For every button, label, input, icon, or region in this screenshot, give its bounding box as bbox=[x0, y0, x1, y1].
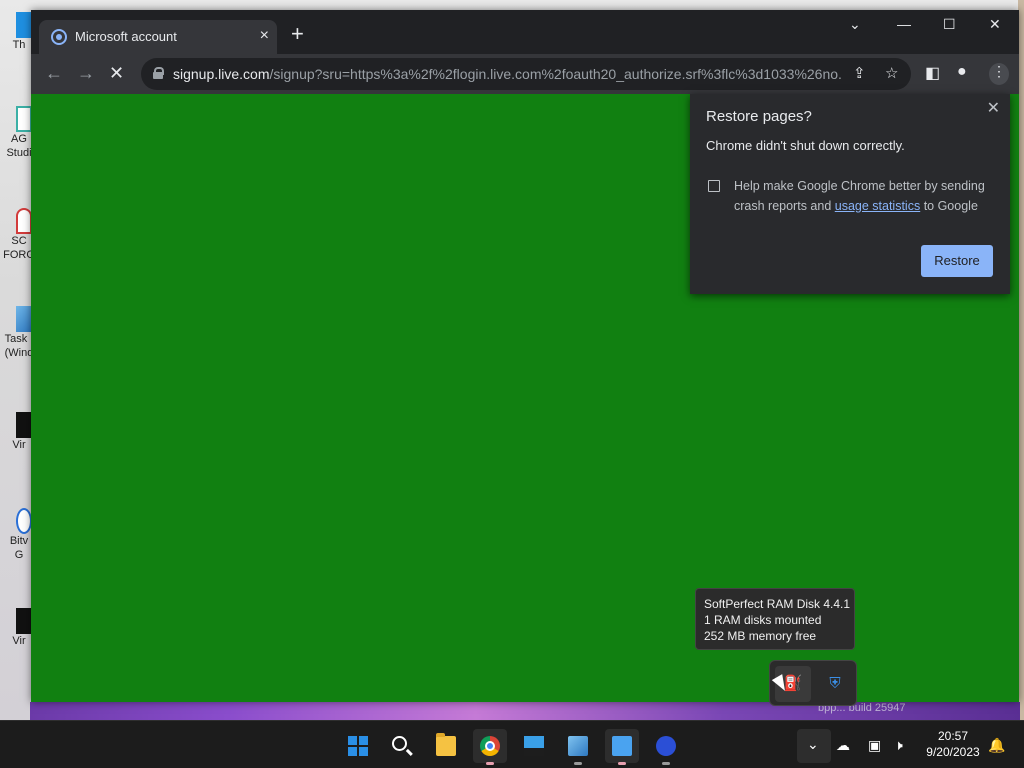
restore-button[interactable]: Restore bbox=[921, 245, 993, 277]
clock-time[interactable]: 20:57 bbox=[920, 729, 986, 743]
folder-icon bbox=[436, 733, 456, 756]
file-explorer-button[interactable] bbox=[429, 729, 463, 763]
close-window-button[interactable]: ✕ bbox=[989, 16, 1001, 33]
tab-close-icon[interactable]: × bbox=[260, 27, 269, 45]
start-button[interactable] bbox=[341, 729, 375, 763]
url-host: signup.live.com bbox=[173, 66, 270, 82]
profile-icon[interactable]: ● bbox=[957, 63, 967, 81]
search-icon bbox=[392, 736, 407, 751]
ram-disk-tooltip: SoftPerfect RAM Disk 4.4.1 1 RAM disks m… bbox=[695, 588, 855, 650]
bitwarden-icon bbox=[16, 508, 32, 534]
url-text[interactable]: signup.live.com/signup?sru=https%3a%2f%2… bbox=[173, 66, 843, 82]
restore-pages-dialog: ✕ Restore pages? Chrome didn't shut down… bbox=[690, 94, 1010, 294]
app-icon bbox=[16, 12, 32, 38]
minimize-button[interactable]: — bbox=[897, 16, 911, 32]
chrome-icon bbox=[480, 736, 500, 756]
search-button[interactable] bbox=[385, 729, 419, 763]
task-manager-icon bbox=[568, 736, 588, 756]
clock-date[interactable]: 9/20/2023 bbox=[920, 745, 986, 759]
crash-report-checkbox[interactable] bbox=[708, 180, 720, 192]
taskbar: ⌄ ☁ ▣ 🕨 20:57 9/20/2023 🔔 bbox=[0, 720, 1024, 768]
tab-microsoft-account[interactable]: Microsoft account × bbox=[39, 20, 277, 54]
chrome-window: Microsoft account × + ⌄ — ☐ ✕ ← → ✕ sign… bbox=[31, 10, 1019, 702]
volume-muted-icon[interactable]: 🕨 bbox=[894, 737, 903, 754]
side-panel-icon[interactable]: ◧ bbox=[925, 63, 940, 83]
tab-title: Microsoft account bbox=[75, 29, 177, 44]
app-icon bbox=[16, 106, 32, 132]
chrome-menu-icon[interactable]: ⋮ bbox=[989, 63, 1009, 85]
app-icon bbox=[16, 412, 32, 438]
show-hidden-icons-button[interactable]: ⌄ bbox=[797, 729, 831, 763]
dialog-close-icon[interactable]: ✕ bbox=[987, 98, 1000, 118]
windows-start-icon bbox=[348, 736, 368, 756]
network-icon[interactable]: ▣ bbox=[868, 737, 881, 754]
tab-strip: Microsoft account × + ⌄ — ☐ ✕ bbox=[31, 10, 1019, 54]
tooltip-line: 1 RAM disks mounted bbox=[704, 613, 822, 627]
task-manager-icon bbox=[16, 306, 32, 332]
new-tab-button[interactable]: + bbox=[291, 23, 304, 45]
app-taskbar-button[interactable] bbox=[517, 729, 551, 763]
bookmark-star-icon[interactable]: ☆ bbox=[885, 64, 898, 82]
back-button[interactable]: ← bbox=[45, 63, 63, 83]
dialog-message: Chrome didn't shut down correctly. bbox=[706, 138, 905, 153]
tooltip-line: 252 MB memory free bbox=[704, 629, 817, 643]
sonic-app-taskbar-button[interactable] bbox=[649, 729, 683, 765]
app-icon bbox=[16, 608, 32, 634]
usage-statistics-link[interactable]: usage statistics bbox=[835, 199, 920, 213]
running-indicator bbox=[662, 762, 670, 765]
help-text-end: to Google bbox=[920, 199, 978, 213]
notification-bell-icon[interactable]: 🔔 bbox=[988, 737, 1005, 754]
browser-toolbar: ← → ✕ signup.live.com/signup?sru=https%3… bbox=[31, 54, 1019, 94]
tab-search-icon[interactable]: ⌄ bbox=[849, 16, 861, 33]
app-icon bbox=[16, 208, 32, 234]
running-indicator bbox=[574, 762, 582, 765]
notepad-icon bbox=[612, 736, 632, 756]
onedrive-icon[interactable]: ☁ bbox=[836, 737, 850, 754]
url-path: /signup?sru=https%3a%2f%2flogin.live.com… bbox=[269, 66, 844, 82]
chevron-up-icon: ⌄ bbox=[807, 736, 819, 752]
lock-icon[interactable] bbox=[153, 67, 164, 79]
tooltip-line: SoftPerfect RAM Disk 4.4.1 bbox=[704, 597, 851, 611]
stop-loading-button[interactable]: ✕ bbox=[109, 63, 124, 83]
microsoft-account-favicon-icon bbox=[51, 29, 67, 45]
chrome-taskbar-button[interactable] bbox=[473, 729, 507, 765]
running-indicator bbox=[618, 762, 626, 765]
defender-warning-icon[interactable]: ⛨ bbox=[817, 666, 853, 702]
sonic-icon bbox=[656, 736, 676, 756]
running-indicator bbox=[486, 762, 494, 765]
share-icon[interactable]: ⇪ bbox=[853, 64, 866, 82]
address-bar[interactable]: signup.live.com/signup?sru=https%3a%2f%2… bbox=[141, 58, 911, 90]
dialog-title: Restore pages? bbox=[706, 108, 812, 125]
notepad-taskbar-button[interactable] bbox=[605, 729, 639, 765]
maximize-button[interactable]: ☐ bbox=[943, 16, 956, 33]
app-icon bbox=[524, 736, 544, 756]
forward-button[interactable]: → bbox=[77, 63, 95, 83]
task-manager-taskbar-button[interactable] bbox=[561, 729, 595, 765]
crash-report-help: Help make Google Chrome better by sendin… bbox=[734, 176, 994, 216]
